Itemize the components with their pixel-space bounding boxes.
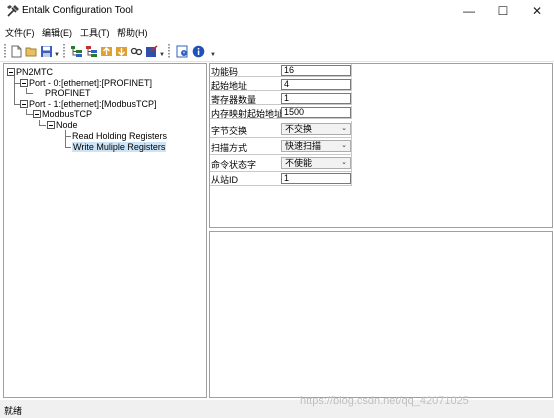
tree-label: Read Holding Registers [72,131,168,141]
tools-icon [6,4,20,18]
property-row: 字节交换 不交换 ⌄ [210,121,352,138]
register-count-input[interactable]: 1 [281,93,351,104]
tree-connector [65,136,71,137]
properties-grid: 功能码 16 起始地址 4 寄存器数量 1 内存映射起始地址 1500 字节交换… [209,63,553,228]
upload-icon[interactable] [99,44,113,58]
export-dropdown-icon[interactable]: ▼ [159,52,165,58]
status-bar: 就绪 [0,400,554,418]
tree-connector [65,147,71,148]
select-value: 不交换 [285,124,313,134]
property-label: 扫描方式 [211,143,248,153]
tree-item-write-multiple[interactable]: Write Muliple Registers [72,142,167,153]
property-row: 寄存器数量 1 [210,92,352,105]
tree-label: PROFINET [45,88,91,98]
tree-connector [65,130,66,147]
tree-connector [39,125,46,126]
toolbar-grip[interactable] [168,44,170,58]
close-button[interactable]: ✕ [520,0,554,22]
collapse-icon[interactable] [47,121,55,129]
help-dropdown-icon[interactable]: ▼ [210,52,216,58]
tree-connector [26,93,33,94]
status-text: 就绪 [4,406,23,416]
maximize-button[interactable]: ☐ [486,0,520,22]
property-label: 从站ID [211,175,239,185]
select-value: 不使能 [285,158,313,168]
tree-label: ModbusTCP [42,109,93,119]
new-file-icon[interactable] [9,44,23,58]
toolbar-grip[interactable] [4,44,6,58]
export-icon[interactable] [144,44,158,58]
info-icon[interactable] [191,44,205,58]
open-folder-icon[interactable] [24,44,38,58]
tree-item-profinet[interactable]: PROFINET [45,88,91,99]
property-label: 字节交换 [211,126,248,136]
toolbar-grip[interactable] [63,44,65,58]
property-row: 内存映射起始地址 1500 [210,106,352,119]
watermark: https://blog.csdn.net/qq_42071025 [300,395,469,407]
property-row: 扫描方式 快速扫描 ⌄ [210,138,352,155]
start-address-input[interactable]: 4 [281,79,351,90]
memory-map-address-input[interactable]: 1500 [281,107,351,118]
menu-file[interactable]: 文件(F) [5,26,35,39]
link-icon[interactable] [129,44,143,58]
tree-label: Write Muliple Registers [72,142,167,152]
property-row: 起始地址 4 [210,78,352,91]
command-status-select[interactable]: 不使能 ⌄ [281,157,351,169]
tree-item-read-holding[interactable]: Read Holding Registers [72,131,167,142]
tree-label: Port - 0:[ethernet]:[PROFINET] [29,78,153,88]
collapse-icon[interactable] [33,110,41,118]
chevron-down-icon: ⌄ [341,142,347,149]
tree-label: PN2MTC [16,67,54,77]
tree-item-modbustcp[interactable]: ModbusTCP [33,109,92,120]
scan-mode-select[interactable]: 快速扫描 ⌄ [281,140,351,152]
save-icon[interactable] [39,44,53,58]
collapse-icon[interactable] [20,100,28,108]
function-code-input[interactable]: 16 [281,65,351,76]
download-icon[interactable] [114,44,128,58]
property-row: 命令状态字 不使能 ⌄ [210,155,352,172]
toolbar: ▼ ▼ ▼ [0,40,554,62]
tree-item-root[interactable]: PN2MTC [7,67,53,78]
byte-swap-select[interactable]: 不交换 ⌄ [281,123,351,135]
select-value: 快速扫描 [285,141,322,151]
device-tree[interactable]: PN2MTC Port - 0:[ethernet]:[PROFINET] PR… [3,63,207,398]
tree-item-node[interactable]: Node [47,120,78,131]
minimize-button[interactable]: — [452,0,486,22]
tree-view-icon[interactable] [69,44,83,58]
property-label: 内存映射起始地址 [211,109,284,119]
tree-label: Node [56,120,78,130]
slave-id-input[interactable]: 1 [281,173,351,184]
window-title: Entalk Configuration Tool [22,5,133,16]
collapse-icon[interactable] [7,68,15,76]
output-pane[interactable] [209,231,553,398]
menu-edit[interactable]: 编辑(E) [42,26,72,39]
property-label: 寄存器数量 [211,95,257,105]
property-label: 功能码 [211,67,239,77]
chevron-down-icon: ⌄ [341,125,347,132]
config-icon[interactable] [175,44,189,58]
tree-label: Port - 1:[ethernet]:[ModbusTCP] [29,99,157,109]
save-dropdown-icon[interactable]: ▼ [54,52,60,58]
property-row: 功能码 16 [210,64,352,77]
property-row: 从站ID 1 [210,172,352,186]
collapse-icon[interactable] [20,79,28,87]
menu-bar: 文件(F) 编辑(E) 工具(T) 帮助(H) [0,22,554,40]
chevron-down-icon: ⌄ [341,159,347,166]
property-label: 命令状态字 [211,160,257,170]
tree-edit-icon[interactable] [84,44,98,58]
menu-tools[interactable]: 工具(T) [80,26,110,39]
property-label: 起始地址 [211,81,248,91]
title-bar: Entalk Configuration Tool — ☐ ✕ [0,0,554,22]
menu-help[interactable]: 帮助(H) [117,26,148,39]
tree-connector [26,114,33,115]
